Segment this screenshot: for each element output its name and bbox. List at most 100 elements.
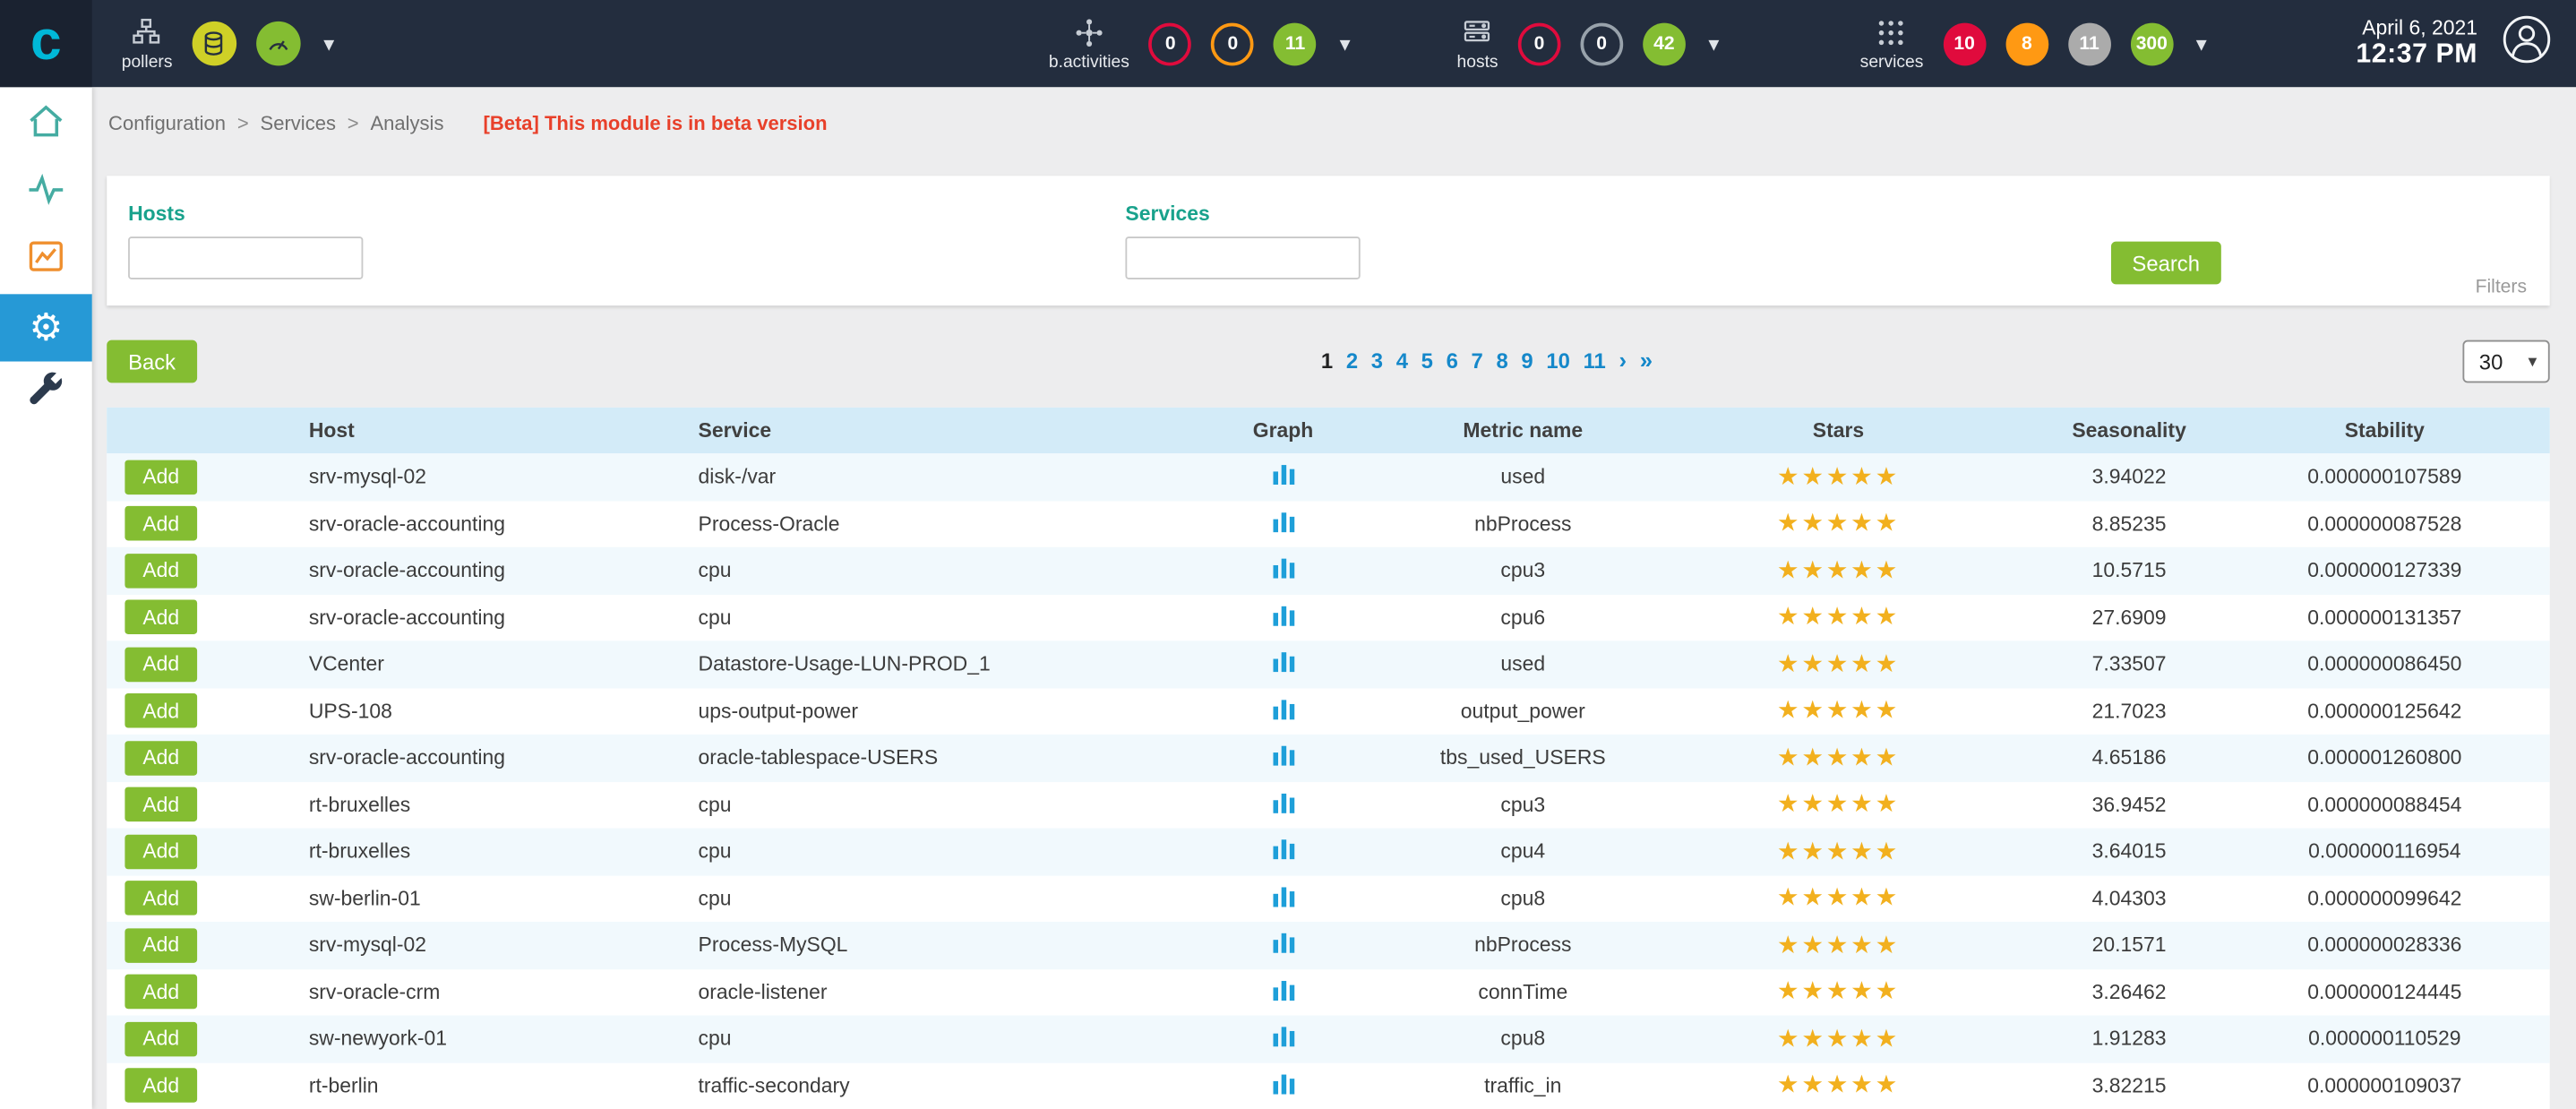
service-cell: traffic-secondary bbox=[699, 1074, 1159, 1097]
page-9[interactable]: 9 bbox=[1521, 348, 1533, 373]
clock: April 6, 2021 12:37 PM bbox=[2356, 16, 2477, 71]
chevron-down-icon[interactable]: ▾ bbox=[1705, 33, 1722, 55]
hosts-status-cluster: hosts 0 0 42 ▾ bbox=[1457, 15, 1722, 71]
graph-icon[interactable] bbox=[1273, 511, 1294, 537]
page-10[interactable]: 10 bbox=[1546, 348, 1570, 373]
back-button[interactable]: Back bbox=[107, 340, 197, 383]
status-badge[interactable]: 0 bbox=[1149, 22, 1192, 65]
page-size-select[interactable]: 30 ▼ bbox=[2462, 340, 2549, 383]
add-button[interactable]: Add bbox=[125, 928, 197, 963]
status-badge[interactable]: 0 bbox=[1580, 22, 1623, 65]
stars-rating: ★★★★★ bbox=[1638, 1073, 2039, 1098]
graph-icon[interactable] bbox=[1273, 1072, 1294, 1098]
service-cell: Process-Oracle bbox=[699, 512, 1159, 536]
services-menu[interactable]: services bbox=[1860, 15, 1924, 71]
add-button[interactable]: Add bbox=[125, 600, 197, 635]
page-11[interactable]: 11 bbox=[1584, 348, 1606, 373]
add-button[interactable]: Add bbox=[125, 834, 197, 869]
seasonality-cell: 3.94022 bbox=[2039, 466, 2220, 489]
add-button[interactable]: Add bbox=[125, 554, 197, 589]
status-badge[interactable]: 0 bbox=[1212, 22, 1255, 65]
breadcrumb-services[interactable]: Services bbox=[261, 111, 336, 134]
add-button[interactable]: Add bbox=[125, 881, 197, 916]
add-button[interactable]: Add bbox=[125, 975, 197, 1010]
graph-icon[interactable] bbox=[1273, 979, 1294, 1005]
search-button[interactable]: Search bbox=[2111, 242, 2221, 285]
graph-icon[interactable] bbox=[1273, 932, 1294, 958]
status-badge[interactable]: 8 bbox=[2005, 22, 2048, 65]
status-badge[interactable]: 0 bbox=[1518, 22, 1561, 65]
sidebar-item-reports[interactable] bbox=[0, 227, 92, 294]
centreon-logo[interactable]: c bbox=[0, 0, 92, 87]
status-badge[interactable]: 42 bbox=[1643, 22, 1686, 65]
table-row: Add srv-oracle-accounting cpu cpu3 ★★★★★… bbox=[107, 547, 2549, 594]
table-row: Add UPS-108 ups-output-power output_powe… bbox=[107, 688, 2549, 735]
graph-icon[interactable] bbox=[1273, 651, 1294, 677]
add-button[interactable]: Add bbox=[125, 741, 197, 776]
status-badge[interactable]: 11 bbox=[1274, 22, 1317, 65]
services-filter-input[interactable] bbox=[1125, 236, 1360, 279]
add-button[interactable]: Add bbox=[125, 647, 197, 682]
chevron-down-icon[interactable]: ▾ bbox=[1336, 33, 1353, 55]
chevron-down-icon[interactable]: ▾ bbox=[2193, 33, 2210, 55]
graph-icon[interactable] bbox=[1273, 557, 1294, 583]
graph-icon[interactable] bbox=[1273, 464, 1294, 490]
poller-database-status-icon[interactable] bbox=[192, 21, 236, 66]
sidebar-item-home[interactable] bbox=[0, 92, 92, 159]
page-3[interactable]: 3 bbox=[1371, 348, 1383, 373]
hosts-filter-input[interactable] bbox=[128, 236, 363, 279]
sidebar-item-administration[interactable] bbox=[0, 362, 92, 429]
poller-latency-status-icon[interactable] bbox=[256, 21, 301, 66]
add-button[interactable]: Add bbox=[125, 460, 197, 494]
service-cell: ups-output-power bbox=[699, 700, 1159, 723]
page-7[interactable]: 7 bbox=[1472, 348, 1483, 373]
add-button[interactable]: Add bbox=[125, 1021, 197, 1056]
stability-cell: 0.000000099642 bbox=[2220, 887, 2550, 910]
add-button[interactable]: Add bbox=[125, 1069, 197, 1104]
page-6[interactable]: 6 bbox=[1447, 348, 1458, 373]
metric-cell: cpu3 bbox=[1408, 793, 1638, 816]
pollers-menu[interactable]: pollers bbox=[122, 15, 173, 71]
page-5[interactable]: 5 bbox=[1421, 348, 1433, 373]
add-button[interactable]: Add bbox=[125, 506, 197, 541]
stars-rating: ★★★★★ bbox=[1638, 745, 2039, 770]
graph-icon[interactable] bbox=[1273, 605, 1294, 631]
status-badge[interactable]: 10 bbox=[1943, 22, 1986, 65]
business-activities-menu[interactable]: b.activities bbox=[1049, 15, 1129, 71]
table-row: Add rt-bruxelles cpu cpu3 ★★★★★ 36.9452 … bbox=[107, 781, 2549, 828]
status-badge[interactable]: 300 bbox=[2130, 22, 2173, 65]
last-page-icon[interactable]: » bbox=[1640, 347, 1653, 373]
page-size-value: 30 bbox=[2464, 349, 2525, 374]
graph-icon[interactable] bbox=[1273, 838, 1294, 864]
add-button[interactable]: Add bbox=[125, 693, 197, 728]
metric-cell: cpu3 bbox=[1408, 559, 1638, 582]
breadcrumb-analysis[interactable]: Analysis bbox=[370, 111, 443, 134]
page-2[interactable]: 2 bbox=[1346, 348, 1358, 373]
chevron-down-icon[interactable]: ▾ bbox=[321, 33, 338, 55]
page-4[interactable]: 4 bbox=[1396, 348, 1408, 373]
host-cell: rt-bruxelles bbox=[309, 793, 699, 816]
graph-icon[interactable] bbox=[1273, 1026, 1294, 1052]
sidebar-item-configuration[interactable]: ⚙ bbox=[0, 294, 92, 361]
add-button[interactable]: Add bbox=[125, 787, 197, 822]
current-date: April 6, 2021 bbox=[2362, 16, 2477, 39]
breadcrumb-configuration[interactable]: Configuration bbox=[108, 111, 226, 134]
pollers-label: pollers bbox=[122, 52, 173, 72]
host-cell: VCenter bbox=[309, 653, 699, 676]
status-badge[interactable]: 11 bbox=[2068, 22, 2111, 65]
user-profile-icon[interactable] bbox=[2501, 13, 2554, 74]
graph-icon[interactable] bbox=[1273, 744, 1294, 770]
graph-icon[interactable] bbox=[1273, 698, 1294, 724]
table-row: Add rt-berlin traffic-secondary traffic_… bbox=[107, 1062, 2549, 1109]
graph-icon[interactable] bbox=[1273, 792, 1294, 818]
business-activities-cluster: b.activities 0 0 11 ▾ bbox=[1049, 15, 1353, 71]
next-page-icon[interactable]: › bbox=[1619, 347, 1627, 373]
seasonality-cell: 3.64015 bbox=[2039, 840, 2220, 864]
page-8[interactable]: 8 bbox=[1496, 348, 1507, 373]
host-cell: srv-oracle-accounting bbox=[309, 512, 699, 536]
hosts-menu[interactable]: hosts bbox=[1457, 15, 1498, 71]
sidebar-item-monitoring[interactable] bbox=[0, 159, 92, 227]
stability-cell: 0.000000086450 bbox=[2220, 653, 2550, 676]
hosts-icon bbox=[1461, 15, 1494, 48]
graph-icon[interactable] bbox=[1273, 885, 1294, 911]
